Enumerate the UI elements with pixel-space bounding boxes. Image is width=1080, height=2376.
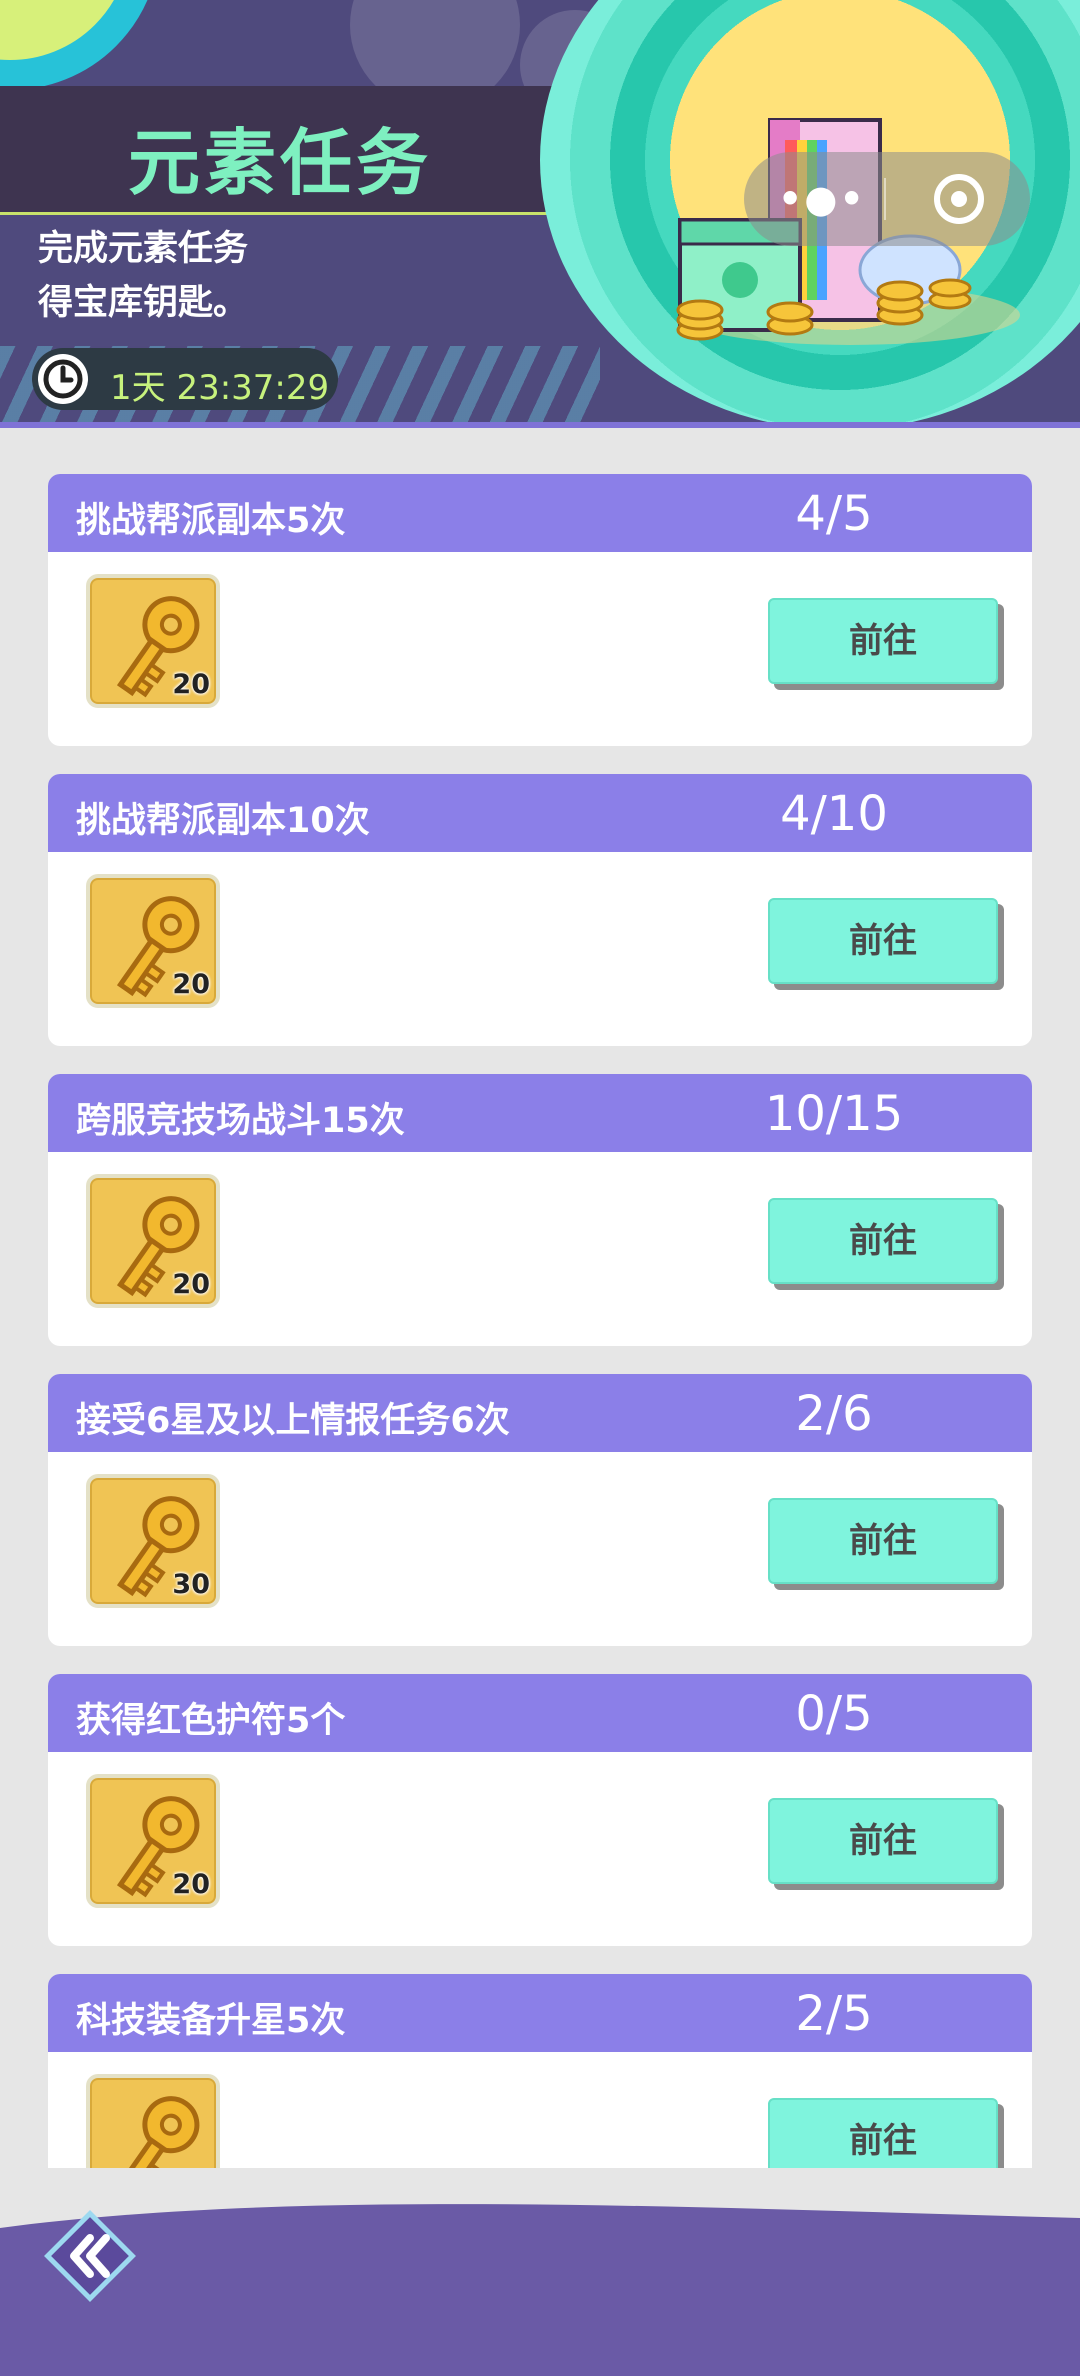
- task-header: 跨服竞技场战斗15次 10/15: [48, 1074, 1032, 1152]
- task-header: 挑战帮派副本10次 4/10: [48, 774, 1032, 852]
- task-progress: 4/10: [780, 786, 888, 842]
- reward-count: 20: [172, 669, 210, 700]
- task-name: 挑战帮派副本5次: [76, 501, 346, 541]
- more-dots-icon[interactable]: •●•: [778, 180, 866, 218]
- go-button[interactable]: 前往: [768, 1798, 998, 1884]
- reward-count: 30: [172, 1569, 210, 1600]
- reward-item[interactable]: 20: [86, 874, 220, 1008]
- go-button[interactable]: 前往: [768, 1498, 998, 1584]
- go-button[interactable]: 前往: [768, 598, 998, 684]
- key-icon: [116, 2096, 200, 2168]
- task-progress: 10/15: [764, 1086, 904, 1142]
- back-button[interactable]: [40, 2206, 140, 2306]
- reward-count: 20: [172, 969, 210, 1000]
- task-card: 科技装备升星5次 2/5 前往: [48, 1974, 1032, 2168]
- reward-item[interactable]: 30: [86, 1474, 220, 1608]
- footer-wave: [0, 2204, 1080, 2376]
- go-button[interactable]: 前往: [768, 2098, 998, 2168]
- task-name: 接受6星及以上情报任务6次: [76, 1401, 510, 1441]
- task-list[interactable]: 挑战帮派副本5次 4/5 20 前往 挑战帮派副本10次 4/10 20 前往 …: [0, 428, 1080, 2168]
- go-button[interactable]: 前往: [768, 1198, 998, 1284]
- task-name: 挑战帮派副本10次: [76, 801, 370, 841]
- capsule-divider: [884, 178, 886, 220]
- target-icon[interactable]: [934, 174, 984, 224]
- reward-item[interactable]: 20: [86, 1174, 220, 1308]
- task-name: 科技装备升星5次: [76, 2001, 346, 2041]
- decor-circle: [0, 0, 160, 90]
- task-progress: 2/5: [795, 1986, 873, 2042]
- page-title: 元素任务: [127, 121, 432, 205]
- go-button[interactable]: 前往: [768, 898, 998, 984]
- footer-bar: [0, 2168, 1080, 2376]
- reward-count: 20: [172, 1269, 210, 1300]
- task-card: 挑战帮派副本10次 4/10 20 前往: [48, 774, 1032, 1046]
- countdown-text: 1天 23:37:29: [110, 368, 330, 408]
- task-card: 挑战帮派副本5次 4/5 20 前往: [48, 474, 1032, 746]
- description-line: 完成元素任务: [38, 229, 249, 269]
- title-divider: [0, 212, 560, 215]
- task-card: 接受6星及以上情报任务6次 2/6 30 前往: [48, 1374, 1032, 1646]
- task-progress: 0/5: [795, 1686, 873, 1742]
- task-card: 跨服竞技场战斗15次 10/15 20 前往: [48, 1074, 1032, 1346]
- mini-program-capsule: •●•: [744, 152, 1030, 246]
- task-header: 获得红色护符5个 0/5: [48, 1674, 1032, 1752]
- double-chevron-left-icon: [44, 2210, 136, 2302]
- task-progress: 4/5: [795, 486, 873, 542]
- task-name: 获得红色护符5个: [76, 1701, 346, 1741]
- task-header: 科技装备升星5次 2/5: [48, 1974, 1032, 2052]
- task-header: 接受6星及以上情报任务6次 2/6: [48, 1374, 1032, 1452]
- reward-item[interactable]: 20: [86, 1774, 220, 1908]
- clock-icon: [38, 354, 88, 404]
- reward-item[interactable]: 20: [86, 574, 220, 708]
- reward-count: 20: [172, 1869, 210, 1900]
- countdown-timer: 1天 23:37:29: [32, 348, 338, 410]
- description-line: 得宝库钥匙。: [38, 283, 249, 323]
- task-name: 跨服竞技场战斗15次: [76, 1101, 405, 1141]
- header-banner: 元素任务 完成元素任务 得宝库钥匙。 1天 23:37:29 •●•: [0, 0, 1080, 428]
- page-description: 完成元素任务 得宝库钥匙。: [38, 222, 248, 330]
- task-progress: 2/6: [795, 1386, 873, 1442]
- task-card: 获得红色护符5个 0/5 20 前往: [48, 1674, 1032, 1946]
- task-header: 挑战帮派副本5次 4/5: [48, 474, 1032, 552]
- reward-item[interactable]: [86, 2074, 220, 2168]
